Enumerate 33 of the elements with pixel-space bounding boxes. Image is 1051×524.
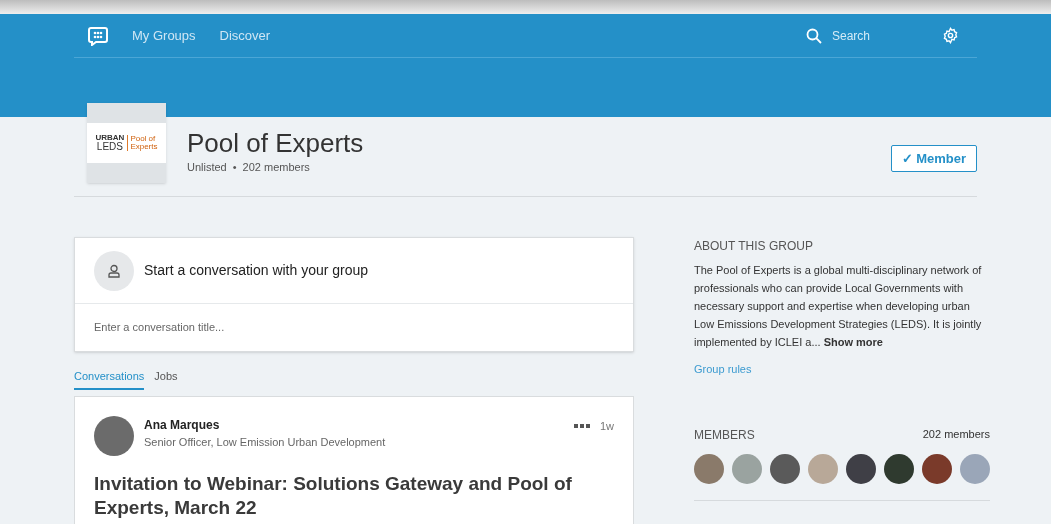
about-heading: ABOUT THIS GROUP <box>694 238 814 255</box>
member-photo-placeholder[interactable] <box>884 453 914 484</box>
tab[interactable]: Jobs <box>154 368 178 390</box>
composer-prompt[interactable]: Start a conversation with your group <box>144 260 369 281</box>
chat-logo-icon[interactable] <box>88 25 108 46</box>
members-heading: MEMBERS <box>694 426 755 444</box>
logo-text: LEDS <box>96 142 123 152</box>
logo-text: URBAN <box>95 134 125 142</box>
logo-text: Experts <box>130 143 158 151</box>
search-icon[interactable] <box>806 27 822 44</box>
member-photo-placeholder[interactable] <box>846 453 876 484</box>
member-photo-placeholder[interactable] <box>922 453 952 484</box>
conversation-title-field[interactable]: Enter a conversation title... <box>75 304 633 351</box>
person-icon <box>94 250 134 291</box>
show-more-link[interactable]: Show more <box>823 336 883 348</box>
settings-icon[interactable] <box>942 27 959 44</box>
member-photo-placeholder[interactable] <box>770 453 800 484</box>
group-name: Pool of Experts <box>187 127 364 159</box>
member-button[interactable]: ✓ Member <box>891 145 977 172</box>
members-count: 202 members <box>922 426 990 442</box>
conversation-title-input[interactable]: Enter a conversation title... <box>94 319 614 336</box>
more-icon[interactable] <box>573 423 590 428</box>
search-field[interactable]: Search <box>832 26 922 45</box>
author-headline: Senior Officer, Low Emission Urban Development <box>144 434 386 450</box>
separator-dot: • <box>232 160 237 175</box>
about-text: The Pool of Experts is a global multi-disciplinary network of professionals who can provide Local Governments with necessary support and expertise when developing urban Low Emissions Development Strategies (LEDS). It is jointly implemented by ICLEI a... Show more <box>694 263 983 350</box>
logo-text: Pool of <box>130 135 157 143</box>
post-title[interactable]: Invitation to Webinar: Solutions Gateway and Pool of Experts, March 22 <box>94 471 614 520</box>
group-visibility: Unlisted <box>187 160 227 175</box>
member-count: 202 members <box>242 160 310 175</box>
author-name[interactable]: Ana Marques <box>144 415 386 434</box>
avatar-photo-placeholder <box>94 415 134 456</box>
post-time: 1w <box>599 418 614 434</box>
